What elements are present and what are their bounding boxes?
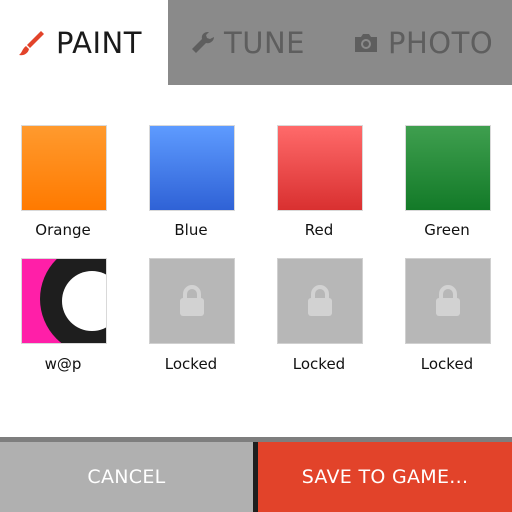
tab-bar: PAINT TUNE PHOTO (0, 0, 512, 85)
tab-paint-label: PAINT (56, 25, 142, 60)
swatch-label: w@p (44, 355, 82, 373)
tab-photo[interactable]: PHOTO (353, 0, 512, 85)
wp-pattern-icon (40, 259, 106, 343)
tab-tune-label: TUNE (224, 25, 305, 60)
tab-paint[interactable]: PAINT (0, 0, 168, 85)
tab-tune[interactable]: TUNE (190, 0, 320, 85)
swatch-label: Orange (35, 221, 91, 239)
swatch-label: Red (304, 221, 334, 239)
swatch-green[interactable] (405, 125, 491, 211)
tab-photo-label: PHOTO (388, 25, 494, 60)
swatch-wp[interactable] (21, 258, 107, 344)
save-to-game-button[interactable]: SAVE TO GAME... (258, 442, 512, 512)
lock-icon (436, 285, 460, 316)
swatch-locked[interactable] (277, 258, 363, 344)
brush-icon (16, 28, 46, 58)
wrench-icon (190, 30, 216, 56)
swatch-label: Locked (164, 355, 218, 373)
swatch-locked[interactable] (149, 258, 235, 344)
swatch-label: Locked (292, 355, 346, 373)
lock-icon (180, 285, 204, 316)
swatch-locked[interactable] (405, 258, 491, 344)
swatch-label: Locked (420, 355, 474, 373)
swatch-blue[interactable] (149, 125, 235, 211)
swatch-label: Blue (174, 221, 208, 239)
camera-icon (353, 32, 379, 54)
swatch-red[interactable] (277, 125, 363, 211)
lock-icon (308, 285, 332, 316)
cancel-button[interactable]: CANCEL (0, 442, 253, 512)
swatch-orange[interactable] (21, 125, 107, 211)
swatch-label: Green (424, 221, 470, 239)
